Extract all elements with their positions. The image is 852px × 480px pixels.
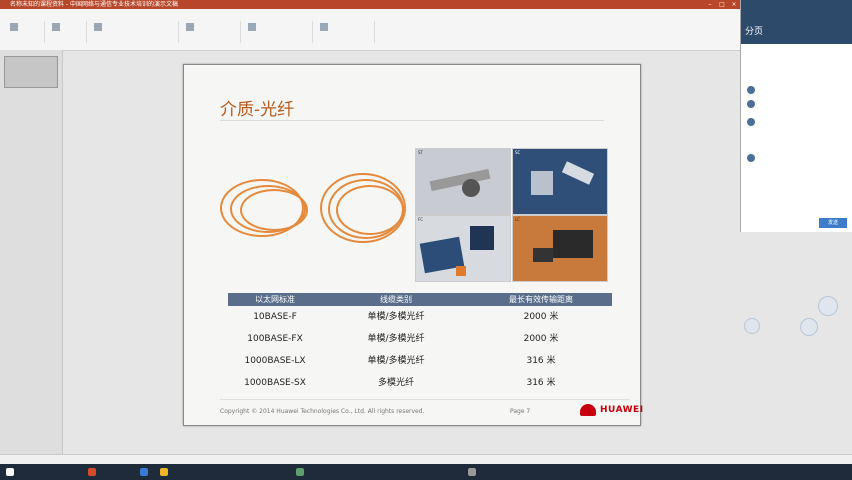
page-number: Page 7 bbox=[510, 408, 531, 415]
cell-standard: 1000BASE-SX bbox=[244, 378, 306, 388]
window-title: 名称未知的课程资料 - 中国网络与通信专业技术培训的演示文稿 bbox=[10, 1, 178, 8]
huawei-logo: HUAWEI bbox=[580, 404, 644, 416]
side-panel-header: 分页 bbox=[741, 0, 852, 44]
cell-distance: 316 米 bbox=[526, 378, 556, 388]
cell-standard: 1000BASE-LX bbox=[244, 356, 306, 366]
table-row: 1000BASE-LX 单模/多模光纤 316 米 bbox=[228, 350, 612, 372]
shapes-icon[interactable] bbox=[248, 23, 256, 31]
user-avatar-icon bbox=[747, 154, 755, 162]
connector-photo-lc: LC bbox=[512, 215, 608, 282]
ribbon-group-font[interactable] bbox=[88, 21, 179, 43]
user-avatar-icon bbox=[747, 118, 755, 126]
cell-standard: 100BASE-FX bbox=[247, 334, 303, 344]
header-distance: 最长有效传输距离 bbox=[509, 295, 573, 304]
app-taskbar-icon[interactable] bbox=[468, 468, 476, 476]
ribbon-group-slides[interactable] bbox=[46, 21, 87, 43]
fiber-standards-table: 以太网标准 线缆类别 最长有效传输距离 10BASE-F 单模/多模光纤 200… bbox=[228, 293, 612, 394]
table-row: 1000BASE-SX 多模光纤 316 米 bbox=[228, 372, 612, 394]
slide-thumbnail-pane[interactable] bbox=[0, 50, 63, 454]
slide-canvas[interactable]: 介质-光纤 ST SC FC LC 以太网标准 线缆类别 最长有效传输距离 10… bbox=[183, 64, 643, 426]
close-icon[interactable]: × bbox=[728, 0, 740, 9]
font-icon[interactable] bbox=[94, 23, 102, 31]
find-icon[interactable] bbox=[320, 23, 328, 31]
paste-icon[interactable] bbox=[10, 23, 18, 31]
powerpoint-taskbar-icon[interactable] bbox=[88, 468, 96, 476]
ribbon-group-paragraph[interactable] bbox=[180, 21, 241, 43]
photo-caption: ST bbox=[418, 150, 423, 155]
ribbon-toolbar bbox=[0, 9, 740, 51]
huawei-logo-icon bbox=[580, 404, 596, 416]
slide-title: 介质-光纤 bbox=[220, 100, 295, 120]
cell-cable: 单模/多模光纤 bbox=[367, 334, 425, 344]
side-chat-panel[interactable]: 分页 发送 bbox=[740, 0, 852, 232]
window-title-bar: 名称未知的课程资料 - 中国网络与通信专业技术培训的演示文稿 – □ × bbox=[0, 0, 740, 9]
photo-caption: FC bbox=[418, 217, 424, 222]
user-avatar-icon bbox=[747, 100, 755, 108]
cell-distance: 2000 米 bbox=[523, 312, 559, 322]
maximize-icon[interactable]: □ bbox=[716, 0, 728, 9]
app-taskbar-icon[interactable] bbox=[296, 468, 304, 476]
cell-distance: 316 米 bbox=[526, 356, 556, 366]
header-cable: 线缆类别 bbox=[380, 295, 412, 304]
title-underline bbox=[220, 120, 604, 121]
copyright-text: Copyright © 2014 Huawei Technologies Co.… bbox=[220, 408, 425, 415]
folder-taskbar-icon[interactable] bbox=[160, 468, 168, 476]
connector-photo-sc: SC bbox=[512, 148, 608, 215]
side-panel-header-text: 分页 bbox=[745, 27, 764, 37]
taskbar bbox=[0, 464, 852, 480]
paragraph-icon[interactable] bbox=[186, 23, 194, 31]
photo-caption: LC bbox=[515, 217, 521, 222]
cell-cable: 多模光纤 bbox=[377, 378, 414, 388]
connector-photo-st: ST bbox=[415, 148, 511, 215]
ribbon-group-drawing[interactable] bbox=[242, 21, 313, 43]
huawei-logo-text: HUAWEI bbox=[600, 405, 644, 415]
photo-caption: SC bbox=[515, 150, 521, 155]
header-standard: 以太网标准 bbox=[255, 295, 295, 304]
connector-photo-fc: FC bbox=[415, 215, 511, 282]
cell-standard: 10BASE-F bbox=[253, 312, 297, 322]
slide-thumbnail-selected[interactable] bbox=[4, 56, 58, 88]
cell-distance: 2000 米 bbox=[523, 334, 559, 344]
table-header: 以太网标准 线缆类别 最长有效传输距离 bbox=[228, 293, 612, 306]
floating-tool-icon[interactable] bbox=[818, 296, 838, 316]
cell-cable: 单模/多模光纤 bbox=[367, 356, 425, 366]
table-row: 10BASE-F 单模/多模光纤 2000 米 bbox=[228, 306, 612, 328]
user-avatar-icon bbox=[747, 86, 755, 94]
browser-taskbar-icon[interactable] bbox=[140, 468, 148, 476]
ribbon-group-editing[interactable] bbox=[314, 21, 375, 43]
cell-cable: 单模/多模光纤 bbox=[367, 312, 425, 322]
table-row: 100BASE-FX 单模/多模光纤 2000 米 bbox=[228, 328, 612, 350]
ribbon-group-clipboard[interactable] bbox=[4, 21, 45, 43]
start-icon[interactable] bbox=[6, 468, 14, 476]
floating-tool-icon[interactable] bbox=[800, 318, 818, 336]
send-button[interactable]: 发送 bbox=[819, 218, 847, 228]
floating-tool-icon[interactable] bbox=[744, 318, 760, 334]
new-slide-icon[interactable] bbox=[52, 23, 60, 31]
slide-footer: Copyright © 2014 Huawei Technologies Co.… bbox=[220, 399, 643, 422]
minimize-icon[interactable]: – bbox=[704, 0, 716, 9]
